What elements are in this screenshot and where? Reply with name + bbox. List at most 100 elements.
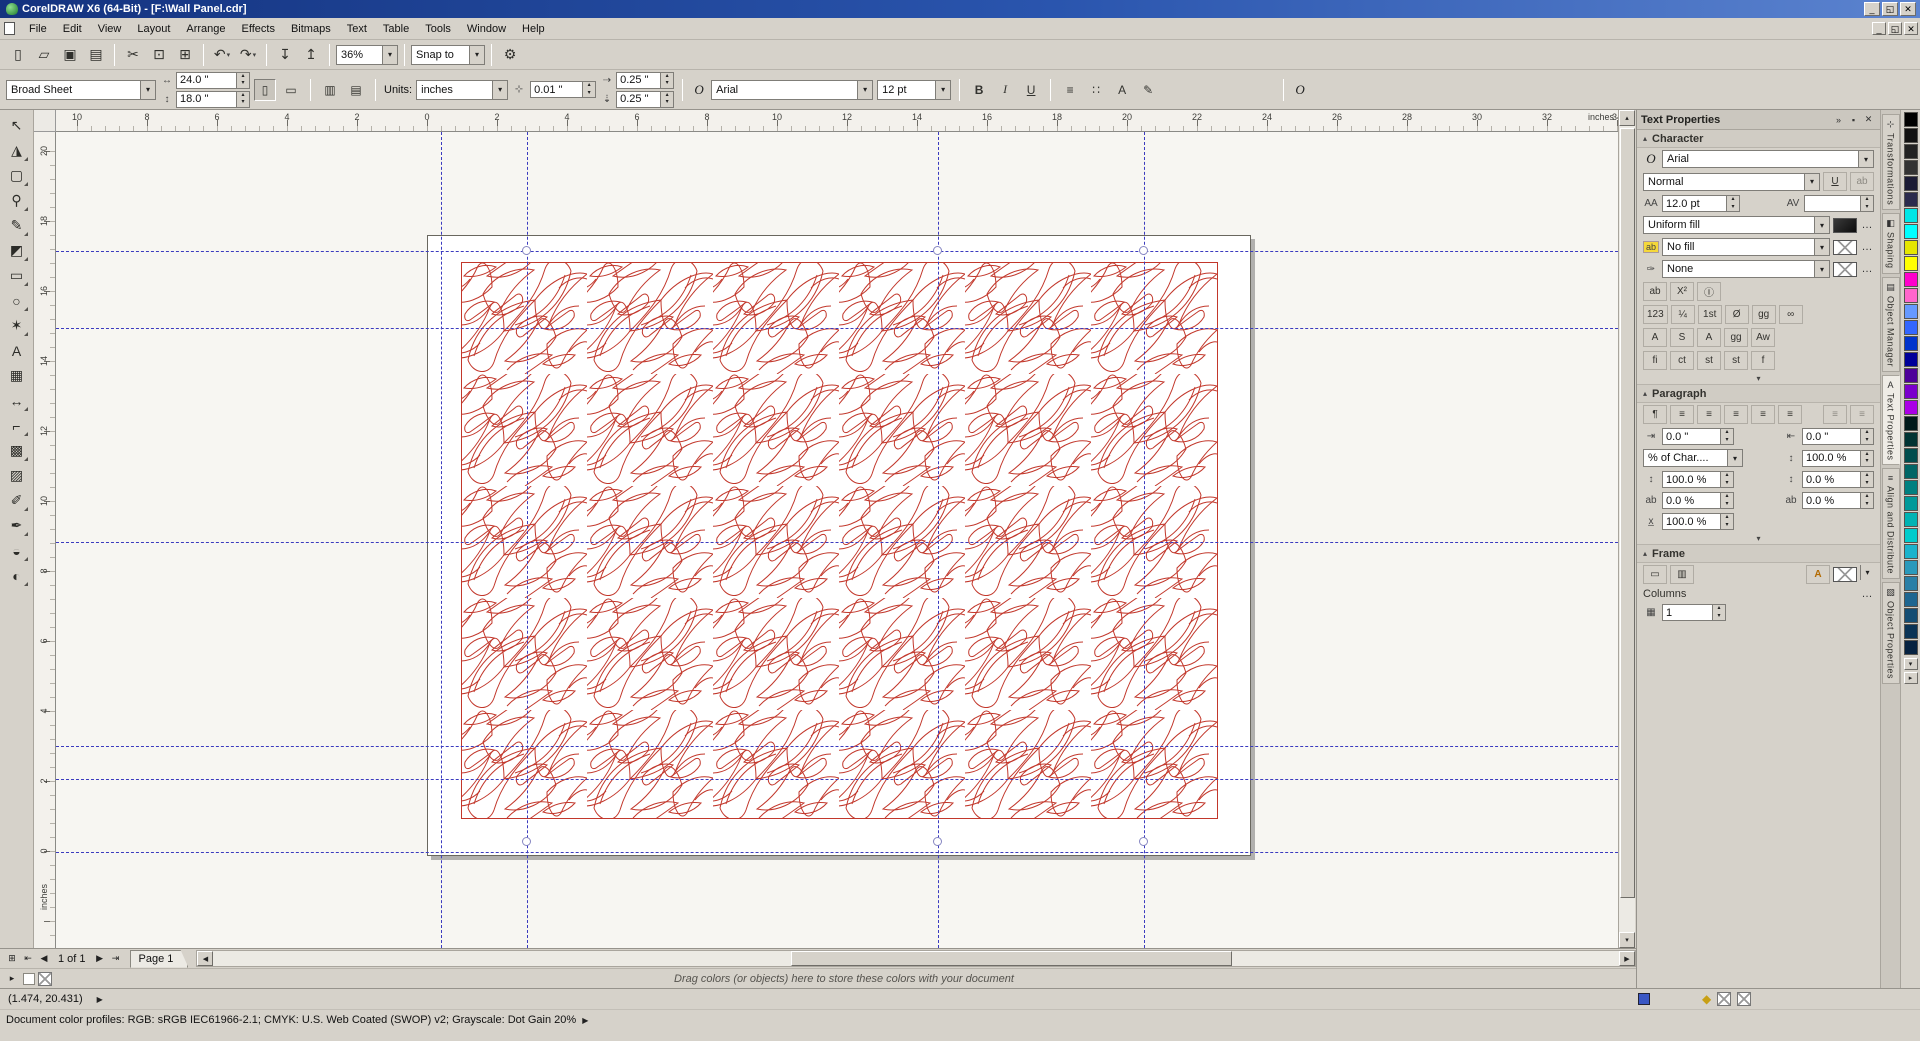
- opentype-feature-button[interactable]: ¼: [1670, 305, 1695, 324]
- fill-type-combo[interactable]: Uniform fill ▾: [1643, 216, 1830, 234]
- palette-color-swatch[interactable]: [1903, 176, 1918, 191]
- palette-color-swatch[interactable]: [1903, 624, 1918, 639]
- paper-type-combo[interactable]: Broad Sheet ▾: [6, 79, 156, 100]
- edit-text-button[interactable]: ✎: [1137, 78, 1160, 101]
- character-style-combo[interactable]: Normal ▾: [1643, 172, 1820, 191]
- mdi-close-button[interactable]: ✕: [1904, 22, 1918, 35]
- palette-color-swatch[interactable]: [1903, 128, 1918, 143]
- mdi-restore-button[interactable]: ◱: [1888, 22, 1902, 35]
- opentype-feature-button[interactable]: fi: [1643, 351, 1667, 370]
- vertical-scrollbar[interactable]: ▴ ▾: [1618, 110, 1635, 948]
- docker-chevron-icon[interactable]: »: [1831, 115, 1846, 125]
- chevron-down-icon[interactable]: ▾: [1727, 450, 1742, 466]
- paragraph-extra-button[interactable]: ≡: [1850, 405, 1874, 424]
- palette-color-swatch[interactable]: [1903, 576, 1918, 591]
- vertical-ruler[interactable]: 20 18 16 14 12 10 8 6 4 2 0 inches: [34, 132, 56, 948]
- interactive-fill-tool-icon[interactable]: ◐: [4, 563, 30, 588]
- palette-color-swatch[interactable]: [1903, 560, 1918, 575]
- polygon-tool-icon[interactable]: ✶: [4, 313, 30, 338]
- eyedropper-tool-icon[interactable]: ✐: [4, 488, 30, 513]
- palette-color-swatch[interactable]: [1903, 304, 1918, 319]
- snap-to-combo[interactable]: Snap to ▾: [411, 44, 485, 65]
- palette-scroll-down-icon[interactable]: ▾: [1903, 658, 1918, 670]
- background-settings-icon[interactable]: …: [1860, 241, 1874, 253]
- opentype-feature-button[interactable]: Aw: [1751, 328, 1775, 347]
- redo-icon[interactable]: ↷ ▾: [236, 43, 260, 67]
- chevron-down-icon[interactable]: ▾: [935, 80, 951, 99]
- drawing-canvas[interactable]: [56, 132, 1618, 948]
- frame-mode-button[interactable]: ▭: [1643, 565, 1667, 584]
- palette-color-swatch[interactable]: [1903, 112, 1918, 127]
- opentype-feature-button[interactable]: Ø: [1724, 305, 1749, 324]
- palette-color-swatch[interactable]: [1903, 496, 1918, 511]
- opentype-feature-button[interactable]: 123: [1643, 305, 1668, 324]
- palette-color-swatch[interactable]: [1903, 640, 1918, 655]
- import-icon[interactable]: ↧: [273, 43, 297, 67]
- chevron-down-icon[interactable]: ▾: [1858, 151, 1873, 167]
- cut-icon[interactable]: ✂: [121, 43, 145, 67]
- open-icon[interactable]: ▱: [32, 43, 56, 67]
- word-spacing-field[interactable]: 0.0 % ▴ ▾: [1802, 492, 1874, 509]
- palette-color-swatch[interactable]: [1903, 608, 1918, 623]
- chevron-down-icon[interactable]: ▾: [1814, 217, 1829, 233]
- nudge-field[interactable]: 0.01 " ▴ ▾: [530, 81, 597, 98]
- horizontal-scrollbar[interactable]: ◀ ▶: [196, 950, 1636, 967]
- paragraph-extra-button[interactable]: ≡: [1823, 405, 1847, 424]
- palette-color-swatch[interactable]: [1903, 480, 1918, 495]
- right-indent-field[interactable]: 0.0 " ▴ ▾: [1802, 428, 1874, 445]
- opentype-feature-button[interactable]: f: [1751, 351, 1775, 370]
- docker-tab-shaping[interactable]: ◧ Shaping: [1881, 213, 1900, 274]
- menu-item-tools[interactable]: Tools: [417, 18, 459, 39]
- paragraph-expand-icon[interactable]: ▾: [1637, 532, 1880, 545]
- mdi-minimize-button[interactable]: _: [1872, 22, 1886, 35]
- document-palette-no-color-swatch[interactable]: [38, 971, 52, 986]
- fill-color-swatch[interactable]: [1833, 217, 1857, 233]
- profiles-expand-icon[interactable]: ▶: [582, 1016, 588, 1025]
- chevron-down-icon[interactable]: ▾: [140, 80, 155, 99]
- next-page-button[interactable]: ▶: [92, 951, 108, 967]
- effects-tool-icon[interactable]: ▩: [4, 438, 30, 463]
- smart-fill-tool-icon[interactable]: ◩: [4, 238, 30, 263]
- ruler-origin[interactable]: [34, 110, 56, 132]
- palette-color-swatch[interactable]: [1903, 432, 1918, 447]
- opentype-feature-button[interactable]: Ⓘ: [1697, 282, 1721, 301]
- docker-close-icon[interactable]: ✕: [1861, 114, 1876, 125]
- align-right-button[interactable]: ≡: [1724, 405, 1748, 424]
- shape-tool-icon[interactable]: ◮: [4, 138, 30, 163]
- columns-settings-icon[interactable]: …: [1860, 588, 1874, 600]
- menu-item-layout[interactable]: Layout: [129, 18, 178, 39]
- fill-settings-icon[interactable]: …: [1860, 219, 1874, 231]
- landscape-button[interactable]: ▭: [280, 78, 302, 101]
- last-page-button[interactable]: ⇥: [108, 951, 124, 967]
- add-page-button[interactable]: ⊞: [4, 951, 20, 967]
- transparency-tool-icon[interactable]: ▨: [4, 463, 30, 488]
- duplicate-y-field[interactable]: 0.25 " ▴ ▾: [616, 90, 675, 108]
- chevron-down-icon[interactable]: ▾: [1814, 261, 1829, 277]
- crop-tool-icon[interactable]: ▢: [4, 163, 30, 188]
- palette-flyout-icon[interactable]: ▸: [1903, 672, 1918, 684]
- space-before-field[interactable]: 100.0 % ▴ ▾: [1662, 471, 1734, 488]
- all-pages-button[interactable]: ▥: [319, 78, 341, 101]
- scroll-down-icon[interactable]: ▾: [1619, 932, 1635, 948]
- options-icon[interactable]: ⚙: [498, 43, 522, 67]
- align-left-button[interactable]: ≡: [1670, 405, 1694, 424]
- chevron-down-icon[interactable]: ▾: [382, 45, 397, 64]
- palette-color-swatch[interactable]: [1903, 224, 1918, 239]
- palette-color-swatch[interactable]: [1903, 384, 1918, 399]
- chevron-down-icon[interactable]: ▾: [857, 80, 873, 99]
- opentype-feature-button[interactable]: st: [1697, 351, 1721, 370]
- zoom-tool-icon[interactable]: ⚲: [4, 188, 30, 213]
- line-spacing-field[interactable]: 100.0 % ▴ ▾: [1802, 449, 1874, 467]
- zoom-level-combo[interactable]: 36% ▾: [336, 44, 398, 65]
- menu-item-bitmaps[interactable]: Bitmaps: [283, 18, 339, 39]
- palette-color-swatch[interactable]: [1903, 272, 1918, 287]
- frame-color-swatch[interactable]: [1833, 567, 1857, 582]
- spin-up-icon[interactable]: ▴: [237, 73, 249, 81]
- portrait-button[interactable]: ▯: [254, 78, 276, 101]
- palette-color-swatch[interactable]: [1903, 544, 1918, 559]
- scroll-left-icon[interactable]: ◀: [197, 951, 214, 966]
- palette-color-swatch[interactable]: [1903, 448, 1918, 463]
- horizontal-scroll-thumb[interactable]: [791, 951, 1233, 966]
- text-tool-icon[interactable]: A: [4, 338, 30, 363]
- palette-color-swatch[interactable]: [1903, 464, 1918, 479]
